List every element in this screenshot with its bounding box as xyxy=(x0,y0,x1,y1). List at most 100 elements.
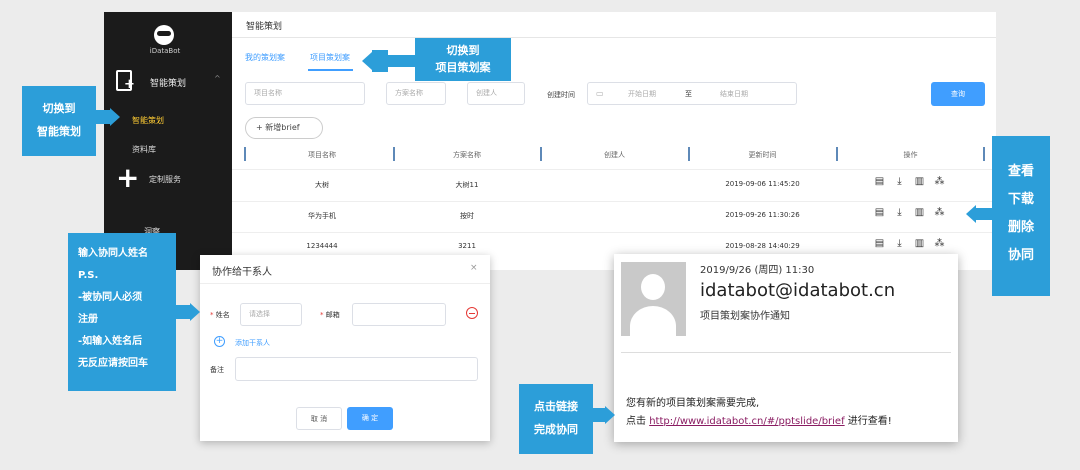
confirm-button[interactable]: 确 定 xyxy=(347,407,393,430)
query-button[interactable]: 查询 xyxy=(931,82,985,106)
row-divider xyxy=(232,201,996,202)
callout-connector xyxy=(976,208,992,220)
cell-project: 大树 xyxy=(315,181,329,189)
callout-switch-smart: 切换到 智能策划 xyxy=(22,86,96,156)
main-panel: 智能策划 我的策划案 项目策划案 项目名称 方案名称 创建人 创建时间 ▭ 开始… xyxy=(232,12,996,270)
plus-icon: + xyxy=(116,161,140,194)
name-select[interactable]: 请选择 xyxy=(240,303,302,326)
collaboration-link[interactable]: http://www.idatabot.cn/#/pptslide/brief xyxy=(649,416,844,427)
cell-project: 1234444 xyxy=(306,242,338,250)
creator-input[interactable]: 创建人 xyxy=(467,82,525,105)
column-separator xyxy=(393,147,395,161)
row-divider xyxy=(232,169,996,170)
email-label-text: 邮箱 xyxy=(325,311,340,319)
column-header-plan: 方案名称 xyxy=(453,151,481,159)
download-icon[interactable]: ⤓ xyxy=(894,207,905,218)
created-time-label: 创建时间 xyxy=(547,91,575,99)
callout-connector xyxy=(176,305,190,319)
column-header-project: 项目名称 xyxy=(308,151,336,159)
tab-my-plans[interactable]: 我的策划案 xyxy=(245,52,285,63)
remark-input[interactable] xyxy=(235,357,478,381)
close-icon[interactable]: × xyxy=(470,263,478,273)
collaborate-dialog: 协作给干系人 × * 姓名 请选择 * 邮箱 + 添加干系人 备注 取 消 确 … xyxy=(200,255,490,441)
header-divider xyxy=(232,37,996,38)
cell-updated: 2019-09-26 11:30:26 xyxy=(725,211,800,219)
name-label: * 姓名 xyxy=(210,311,230,319)
row-actions: ▤ ⤓ ▥ ⁂ xyxy=(874,238,954,249)
callout-connector xyxy=(593,408,605,422)
tab-project-plans[interactable]: 项目策划案 xyxy=(310,52,350,63)
range-separator: 至 xyxy=(685,90,692,98)
logo-icon xyxy=(154,25,174,45)
row-actions: ▤ ⤓ ▥ ⁂ xyxy=(874,207,954,218)
callout-connector xyxy=(96,110,110,124)
remark-label: 备注 xyxy=(210,366,224,374)
email-field[interactable] xyxy=(352,303,446,326)
callout-arrow xyxy=(966,205,976,223)
tab-active-indicator xyxy=(308,69,353,71)
download-icon[interactable]: ⤓ xyxy=(894,176,905,187)
email-subject: 项目策划案协作通知 xyxy=(700,311,790,322)
name-label-text: 姓名 xyxy=(215,311,230,319)
callout-actions: 查看 下载 删除 协同 xyxy=(992,136,1050,296)
dialog-divider xyxy=(200,283,490,284)
callout-arrow xyxy=(605,406,615,424)
view-icon[interactable]: ▤ xyxy=(874,207,885,218)
sidebar: iDataBot 智能策划 ^ 智能策划 资料库 + 定制服务 洞察 xyxy=(104,12,232,270)
column-header-updated: 更新时间 xyxy=(748,151,777,159)
callout-arrow xyxy=(362,52,372,70)
calendar-icon: ▭ xyxy=(596,89,604,98)
remove-contact-icon[interactable] xyxy=(466,307,478,319)
add-circle-icon[interactable]: + xyxy=(214,336,225,347)
email-body-suffix: 进行查看! xyxy=(844,416,892,427)
sidebar-item-custom-service[interactable]: 定制服务 xyxy=(149,174,181,185)
callout-switch-project: 切换到 项目策划案 xyxy=(415,38,511,81)
add-contact-link[interactable]: 添加干系人 xyxy=(235,338,270,348)
collaborate-icon[interactable]: ⁂ xyxy=(934,207,945,218)
row-actions: ▤ ⤓ ▥ ⁂ xyxy=(874,176,954,187)
sidebar-item-smart-planning[interactable]: 智能策划 xyxy=(132,115,164,126)
cell-plan: 大树11 xyxy=(455,181,479,189)
cell-updated: 2019-09-06 11:45:20 xyxy=(725,180,800,188)
column-header-creator: 创建人 xyxy=(604,151,625,159)
delete-icon[interactable]: ▥ xyxy=(914,176,925,187)
delete-icon[interactable]: ▥ xyxy=(914,238,925,249)
email-body: 您有新的项目策划案需要完成, 点击 http://www.idatabot.cn… xyxy=(626,395,892,431)
avatar xyxy=(621,262,686,336)
cell-plan: 按时 xyxy=(460,212,474,220)
end-date-input[interactable]: 结束日期 xyxy=(720,89,748,99)
plan-name-input[interactable]: 方案名称 xyxy=(386,82,446,105)
logo-text: iDataBot xyxy=(149,47,181,55)
email-notification: 2019/9/26 (周四) 11:30 idatabot@idatabot.c… xyxy=(614,254,958,442)
column-separator xyxy=(983,147,985,161)
start-date-input[interactable]: 开始日期 xyxy=(628,89,656,99)
dialog-title: 协作给干系人 xyxy=(212,267,272,278)
download-icon[interactable]: ⤓ xyxy=(894,238,905,249)
add-brief-button[interactable]: + 新增brief xyxy=(245,117,323,139)
email-body-prefix: 点击 xyxy=(626,416,650,427)
view-icon[interactable]: ▤ xyxy=(874,176,885,187)
email-body-line: 您有新的项目策划案需要完成, xyxy=(626,398,760,409)
collaborate-icon[interactable]: ⁂ xyxy=(934,176,945,187)
delete-icon[interactable]: ▥ xyxy=(914,207,925,218)
cancel-button[interactable]: 取 消 xyxy=(296,407,342,430)
column-header-actions: 操作 xyxy=(903,151,918,159)
chevron-up-icon[interactable]: ^ xyxy=(214,74,221,83)
email-divider xyxy=(621,352,951,353)
callout-arrow xyxy=(110,108,120,126)
cell-plan: 3211 xyxy=(458,242,476,250)
view-icon[interactable]: ▤ xyxy=(874,238,885,249)
callout-collaborator-hint: 输入协同人姓名 P.S. -被协同人必须 注册 -如输入姓名后 无反应请按回车 xyxy=(68,233,176,391)
cell-project: 华为手机 xyxy=(308,212,336,220)
cell-updated: 2019-08-28 14:40:29 xyxy=(725,242,800,250)
date-range-picker[interactable]: ▭ 开始日期 至 结束日期 xyxy=(587,82,797,105)
collaborate-icon[interactable]: ⁂ xyxy=(934,238,945,249)
document-add-icon xyxy=(116,70,135,91)
sidebar-group-smart-planning[interactable]: 智能策划 xyxy=(150,76,186,89)
email-label: * 邮箱 xyxy=(320,311,340,319)
project-name-input[interactable]: 项目名称 xyxy=(245,82,365,105)
callout-click-link: 点击链接 完成协同 xyxy=(519,384,593,454)
sidebar-item-library[interactable]: 资料库 xyxy=(132,144,156,155)
page-title: 智能策划 xyxy=(246,22,283,32)
email-sender: idatabot@idatabot.cn xyxy=(700,280,896,301)
